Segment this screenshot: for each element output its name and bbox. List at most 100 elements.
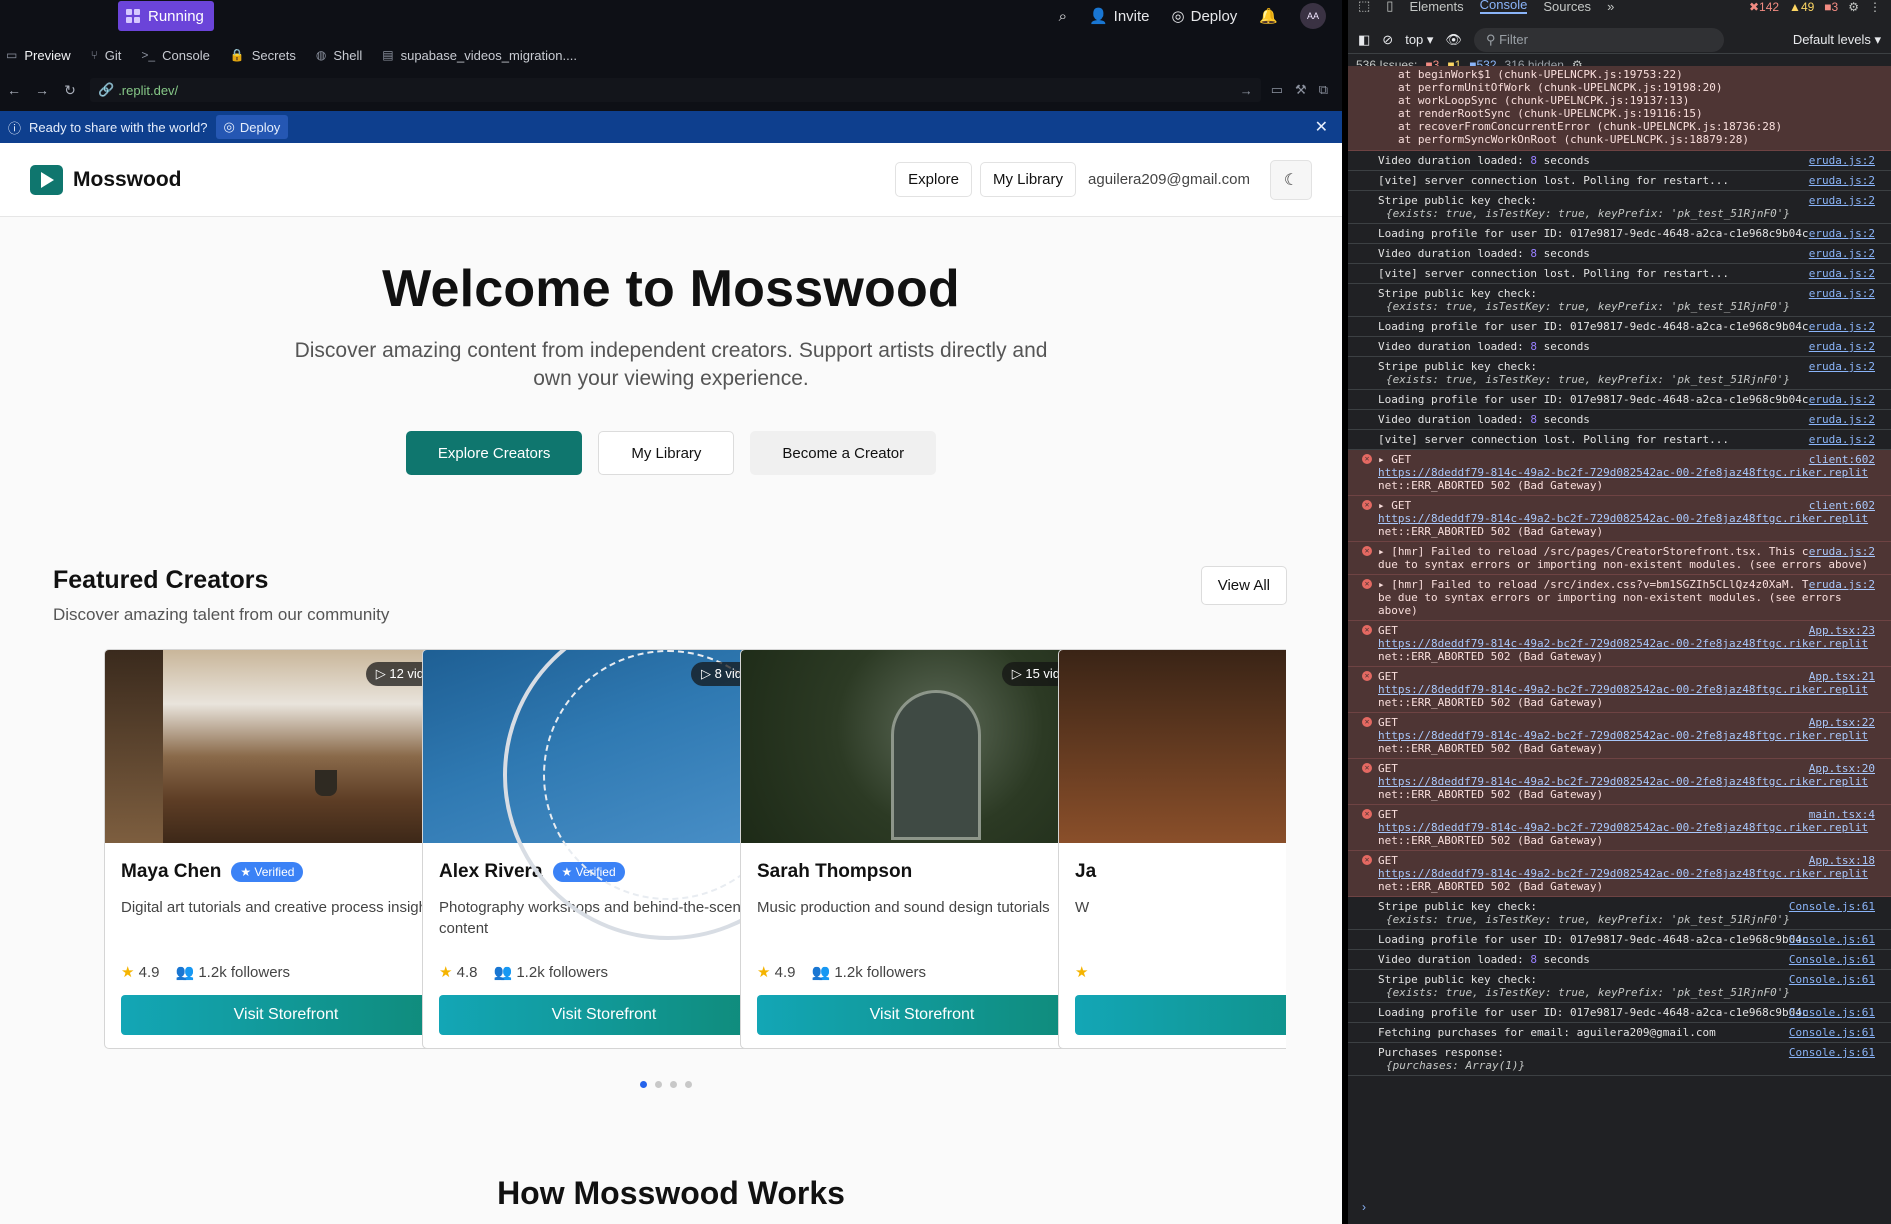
source-link[interactable]: eruda.js:2 <box>1808 545 1875 558</box>
brand-logo[interactable]: Mosswood <box>30 164 182 195</box>
console-log-row[interactable]: Loading profile for user ID: 017e9817-9e… <box>1348 930 1891 950</box>
tab-console[interactable]: Console <box>1479 0 1528 14</box>
console-log-row[interactable]: Video duration loaded: 8 seconds eruda.js… <box>1348 244 1891 264</box>
tab-migration-file[interactable]: ▤ supabase_videos_migration.... <box>376 40 591 70</box>
source-link[interactable]: eruda.js:2 <box>1809 154 1875 167</box>
source-link[interactable]: client:602 <box>1808 499 1875 512</box>
console-error-row[interactable]: ✕ GET https://8deddf79-814c-49a2-bc2f-729d… <box>1348 667 1891 713</box>
request-url-link[interactable]: https://8deddf79-814c-49a2-bc2f-729d0825… <box>1378 512 1875 525</box>
deploy-button[interactable]: ◎ Deploy <box>1172 7 1238 26</box>
source-link[interactable]: eruda.js:2 <box>1809 287 1875 300</box>
visit-storefront-button[interactable]: Visit Storefront <box>757 995 1087 1035</box>
request-url-link[interactable]: https://8deddf79-814c-49a2-bc2f-729d0825… <box>1378 683 1875 696</box>
console-log-row[interactable]: [vite] server connection lost. Polling f… <box>1348 264 1891 284</box>
tab-sources[interactable]: Sources <box>1543 0 1591 14</box>
inspect-icon[interactable]: ⬚ <box>1358 0 1370 14</box>
nav-library-button[interactable]: My Library <box>980 162 1077 197</box>
source-link[interactable]: eruda.js:2 <box>1809 194 1875 207</box>
visit-storefront-button[interactable]: Visit Storefront <box>121 995 451 1035</box>
source-link[interactable]: Console.js:61 <box>1789 933 1875 946</box>
console-error-row[interactable]: ✕ GET https://8deddf79-814c-49a2-bc2f-729d… <box>1348 621 1891 667</box>
source-link[interactable]: eruda.js:2 <box>1809 433 1875 446</box>
more-tabs-icon[interactable]: » <box>1607 0 1614 14</box>
carousel-dot[interactable] <box>640 1081 647 1088</box>
carousel-dot[interactable] <box>655 1081 662 1088</box>
source-link[interactable]: App.tsx:21 <box>1808 670 1875 683</box>
console-log-row[interactable]: Stripe public key check: {exists: true, i… <box>1348 970 1891 1003</box>
tab-git[interactable]: ⑂ Git <box>85 40 136 70</box>
console-log-row[interactable]: [vite] server connection lost. Polling f… <box>1348 171 1891 191</box>
source-link[interactable]: eruda.js:2 <box>1809 247 1875 260</box>
source-link[interactable]: client:602 <box>1808 453 1875 466</box>
creator-cover-image[interactable]: ▷ 12 videos <box>105 650 467 843</box>
filter-input[interactable]: ⚲ Filter <box>1473 27 1724 52</box>
console-error-row[interactable]: ✕ GET https://8deddf79-814c-49a2-bc2f-729d… <box>1348 759 1891 805</box>
console-prompt[interactable]: › <box>1362 1200 1366 1214</box>
tab-shell[interactable]: ◍ Shell <box>310 40 376 70</box>
log-levels-select[interactable]: Default levels ▾ <box>1793 32 1881 48</box>
console-log-row[interactable]: Fetching purchases for email: aguilera20… <box>1348 1023 1891 1043</box>
devices-icon[interactable]: ▭ <box>1271 82 1283 98</box>
source-link[interactable]: Console.js:61 <box>1789 1046 1875 1059</box>
request-url-link[interactable]: https://8deddf79-814c-49a2-bc2f-729d0825… <box>1378 775 1875 788</box>
become-creator-button[interactable]: Become a Creator <box>750 431 937 475</box>
request-url-link[interactable]: https://8deddf79-814c-49a2-bc2f-729d0825… <box>1378 466 1875 479</box>
source-link[interactable]: Console.js:61 <box>1789 900 1875 913</box>
back-icon[interactable]: ← <box>0 82 28 98</box>
tab-preview[interactable]: ▭ Preview <box>0 40 85 70</box>
bell-icon[interactable]: 🔔 <box>1259 7 1278 25</box>
source-link[interactable]: App.tsx:23 <box>1808 624 1875 637</box>
creator-cover-image[interactable]: ▷ 15 videos <box>741 650 1103 843</box>
console-log-row[interactable]: Loading profile for user ID: 017e9817-9e… <box>1348 1003 1891 1023</box>
console-log-row[interactable]: Video duration loaded: 8 seconds eruda.js… <box>1348 337 1891 357</box>
open-new-tab-icon[interactable]: ⧉ <box>1319 82 1328 98</box>
source-link[interactable]: eruda.js:2 <box>1809 413 1875 426</box>
carousel-dot[interactable] <box>685 1081 692 1088</box>
kebab-menu-icon[interactable]: ⋮ <box>1869 0 1881 14</box>
console-log-row[interactable]: Purchases response: {purchases: Array(1)}… <box>1348 1043 1891 1076</box>
source-link[interactable]: Console.js:61 <box>1789 1006 1875 1019</box>
console-log-row[interactable]: Stripe public key check: {exists: true, i… <box>1348 357 1891 390</box>
source-link[interactable]: App.tsx:20 <box>1808 762 1875 775</box>
nav-explore-button[interactable]: Explore <box>895 162 972 197</box>
my-library-button[interactable]: My Library <box>598 431 735 475</box>
console-error-row[interactable]: ✕ ▸ [hmr] Failed to reload /src/index.css… <box>1348 575 1891 621</box>
theme-toggle-moon-icon[interactable]: ☾ <box>1270 159 1312 200</box>
tab-secrets[interactable]: 🔒 Secrets <box>224 40 310 70</box>
clear-console-icon[interactable]: ⊘ <box>1382 32 1393 48</box>
console-log-row[interactable]: Loading profile for user ID: 017e9817-9e… <box>1348 317 1891 337</box>
console-log-row[interactable]: Video duration loaded: 8 seconds Console.… <box>1348 950 1891 970</box>
console-log-row[interactable]: Stripe public key check: {exists: true, i… <box>1348 284 1891 317</box>
console-log-row[interactable]: Stripe public key check: {exists: true, i… <box>1348 897 1891 930</box>
creator-cover-image[interactable] <box>1059 650 1286 843</box>
device-toggle-icon[interactable]: ▯ <box>1386 0 1393 14</box>
source-link[interactable]: eruda.js:2 <box>1809 393 1875 406</box>
close-icon[interactable]: ✕ <box>1315 117 1328 137</box>
explore-creators-button[interactable]: Explore Creators <box>405 431 583 475</box>
source-link[interactable]: main.tsx:4 <box>1808 808 1875 821</box>
request-url-link[interactable]: https://8deddf79-814c-49a2-bc2f-729d0825… <box>1378 821 1875 834</box>
sidebar-toggle-icon[interactable]: ◧ <box>1358 32 1370 48</box>
request-url-link[interactable]: https://8deddf79-814c-49a2-bc2f-729d0825… <box>1378 729 1875 742</box>
console-error-row[interactable]: ✕ ▸ GET https://8deddf79-814c-49a2-bc2f-72… <box>1348 450 1891 496</box>
console-error-row[interactable]: ✕ GET https://8deddf79-814c-49a2-bc2f-729d… <box>1348 713 1891 759</box>
request-url-link[interactable]: https://8deddf79-814c-49a2-bc2f-729d0825… <box>1378 867 1875 880</box>
context-select[interactable]: top ▾ <box>1405 32 1433 48</box>
console-error-row[interactable]: ✕ GET https://8deddf79-814c-49a2-bc2f-729d… <box>1348 851 1891 897</box>
source-link[interactable]: eruda.js:2 <box>1809 267 1875 280</box>
run-status-button[interactable]: Running <box>118 1 214 31</box>
console-log-row[interactable]: Loading profile for user ID: 017e9817-9e… <box>1348 224 1891 244</box>
console-log-row[interactable]: Video duration loaded: 8 seconds eruda.js… <box>1348 410 1891 430</box>
source-link[interactable]: App.tsx:22 <box>1808 716 1875 729</box>
error-count[interactable]: ✖142 <box>1749 0 1779 14</box>
object-preview[interactable]: {exists: true, isTestKey: true, keyPrefi… <box>1378 913 1875 926</box>
invite-button[interactable]: 👤 Invite <box>1089 7 1150 26</box>
go-icon[interactable]: → <box>1240 83 1253 98</box>
source-link[interactable]: Console.js:61 <box>1789 953 1875 966</box>
visit-storefront-button[interactable] <box>1075 995 1286 1035</box>
source-link[interactable]: eruda.js:2 <box>1809 227 1875 240</box>
source-link[interactable]: eruda.js:2 <box>1809 360 1875 373</box>
object-preview[interactable]: {exists: true, isTestKey: true, keyPrefi… <box>1378 373 1875 386</box>
object-preview[interactable]: {exists: true, isTestKey: true, keyPrefi… <box>1378 300 1875 313</box>
source-link[interactable]: eruda.js:2 <box>1809 340 1875 353</box>
